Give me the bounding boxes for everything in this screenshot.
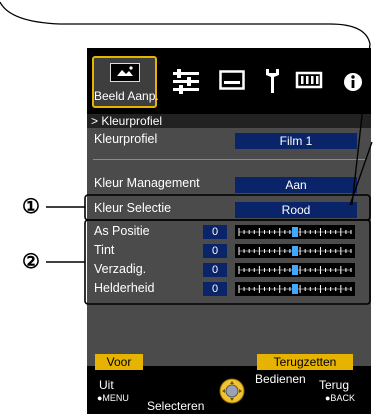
slider-value: 0 <box>203 225 227 239</box>
voor-button[interactable]: Voor <box>95 354 143 370</box>
kleurprofiel-label: Kleurprofiel <box>94 132 158 146</box>
slider-knob[interactable] <box>292 265 298 275</box>
slider-knob[interactable] <box>292 227 298 237</box>
menu-tab-bar: Beeld Aanp. <box>87 48 371 114</box>
breadcrumb: > Kleurprofiel <box>87 114 371 128</box>
slider-knob[interactable] <box>292 246 298 256</box>
slider-label: Verzadig. <box>94 262 147 276</box>
slider-label: As Positie <box>94 224 150 238</box>
terug-label: Terug <box>319 378 350 392</box>
slider-value: 0 <box>203 263 227 277</box>
dpad-icon[interactable] <box>219 378 245 404</box>
menu-key-label: ●MENU <box>97 393 129 403</box>
info-icon[interactable] <box>339 56 367 108</box>
settings-sliders-icon[interactable] <box>169 56 203 108</box>
callout-1: ① <box>22 196 40 218</box>
menu-footer: Voor Terugzetten Uit ●MENU Selecteren Be… <box>87 354 371 414</box>
tab-label: Beeld Aanp. <box>94 89 159 103</box>
osd-menu-panel: Beeld Aanp. > Kleurprofiel Kleurprofiel … <box>87 48 371 414</box>
terugzetten-button[interactable]: Terugzetten <box>257 354 353 370</box>
picture-icon <box>110 63 140 82</box>
kleur-management-value[interactable]: Aan <box>235 177 357 193</box>
divider <box>93 159 365 160</box>
kleur-selectie-label: Kleur Selectie <box>94 201 172 215</box>
slider-value: 0 <box>203 244 227 258</box>
uit-label: Uit <box>99 378 114 392</box>
slider-value: 0 <box>203 282 227 296</box>
callout-2: ② <box>22 251 40 273</box>
slider-label: Helderheid <box>94 281 155 295</box>
kleur-management-label: Kleur Management <box>94 176 200 190</box>
slider-track[interactable] <box>235 263 355 277</box>
display-icon[interactable] <box>215 56 249 108</box>
kleur-selectie-value[interactable]: Rood <box>235 202 357 218</box>
slider-track[interactable] <box>235 225 355 239</box>
wrench-icon[interactable] <box>259 56 285 108</box>
bedienen-label: Bedienen <box>255 372 306 386</box>
kleurprofiel-value[interactable]: Film 1 <box>235 133 357 149</box>
selecteren-label: Selecteren <box>147 399 205 413</box>
slider-label: Tint <box>94 243 115 257</box>
back-key-label: ●BACK <box>325 393 355 403</box>
slider-knob[interactable] <box>292 284 298 294</box>
slider-track[interactable] <box>235 244 355 258</box>
slider-track[interactable] <box>235 282 355 296</box>
input-icon[interactable] <box>291 56 327 108</box>
tab-beeld-aanp[interactable]: Beeld Aanp. <box>92 56 159 108</box>
